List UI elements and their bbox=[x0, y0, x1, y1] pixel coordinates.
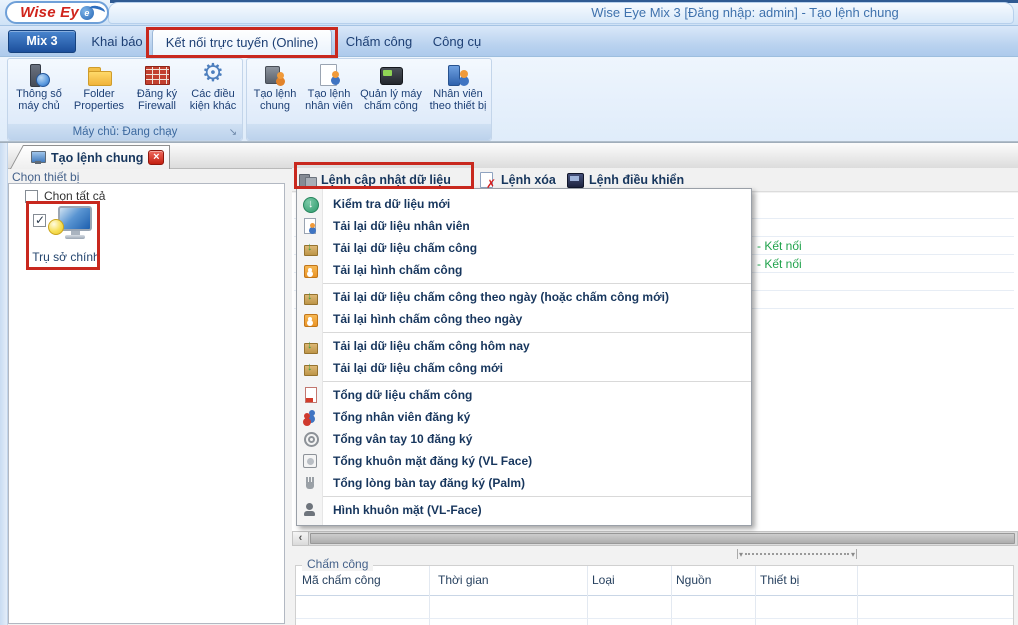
delete-command-icon bbox=[478, 171, 496, 189]
app-window: Wise Ey e Wise Eye Mix 3 [Đăng nhập: adm… bbox=[0, 0, 1018, 625]
ribbon-tab-bar: Mix 3 Khai báo Kết nối trực tuyến (Onlin… bbox=[0, 26, 1018, 57]
menu-separator bbox=[297, 283, 751, 284]
chevron-down-icon: ▾ bbox=[739, 550, 743, 559]
create-employee-command-button[interactable]: Tạo lệnh nhân viên bbox=[301, 61, 357, 112]
menu-item-tai-lai-du-lieu-cham-cong-moi[interactable]: Tải lại dữ liệu chấm công mới bbox=[297, 357, 751, 379]
employee-document-icon bbox=[302, 218, 318, 234]
connection-status-row: - Kết nối bbox=[757, 257, 802, 271]
document-tab-strip: Tạo lệnh chung × bbox=[0, 143, 1018, 169]
menu-item-tai-lai-du-lieu-cham-cong[interactable]: Tải lại dữ liệu chấm công bbox=[297, 237, 751, 259]
computer-device-icon bbox=[46, 206, 96, 246]
palm-icon bbox=[302, 475, 318, 491]
update-command-icon bbox=[298, 171, 316, 189]
employees-icon bbox=[302, 409, 318, 425]
device-checkbox[interactable] bbox=[33, 214, 46, 227]
close-tab-icon[interactable]: × bbox=[148, 150, 164, 165]
window-left-frame bbox=[0, 143, 8, 625]
attendance-group-label: Chấm công bbox=[302, 557, 373, 571]
tab-ket-noi-truc-tuyen[interactable]: Kết nối trực tuyến (Online) bbox=[152, 28, 332, 57]
download-box-icon bbox=[302, 338, 318, 354]
attendance-table: Mã chấm công Thời gian Loại Nguồn Thiết … bbox=[295, 565, 1014, 625]
gear-icon bbox=[200, 62, 226, 88]
wise-eye-logo: Wise Ey e bbox=[5, 1, 109, 24]
folder-icon bbox=[86, 62, 112, 88]
tab-cham-cong[interactable]: Chấm công bbox=[344, 26, 414, 57]
scroll-left-arrow-icon[interactable]: ‹ bbox=[293, 532, 309, 545]
menu-separator bbox=[297, 381, 751, 382]
update-data-dropdown-menu: Kiểm tra dữ liệu mới Tải lại dữ liệu nhâ… bbox=[296, 188, 752, 526]
column-header-thiet-bi[interactable]: Thiết bị bbox=[760, 573, 799, 587]
manage-attendance-device-button[interactable]: Quản lý máy chấm công bbox=[359, 61, 423, 112]
folder-properties-button[interactable]: Folder Properties bbox=[68, 61, 130, 112]
employee-by-device-button[interactable]: Nhân viên theo thiết bị bbox=[425, 61, 491, 112]
report-document-icon bbox=[302, 387, 318, 403]
column-header-thoi-gian[interactable]: Thời gian bbox=[438, 573, 489, 587]
ribbon: Thông số máy chủ Folder Properties Đăng … bbox=[0, 57, 1018, 143]
server-status-caption: Máy chủ: Đang chạy ↘ bbox=[8, 124, 242, 140]
tab-cong-cu[interactable]: Công cụ bbox=[428, 26, 486, 57]
document-tab[interactable]: Tạo lệnh chung × bbox=[10, 145, 170, 169]
menu-item-tai-lai-du-lieu-cham-cong-theo-ngay[interactable]: Tải lại dữ liệu chấm công theo ngày (hoặ… bbox=[297, 286, 751, 308]
fingerprint-icon bbox=[302, 431, 318, 447]
menu-item-tai-lai-du-lieu-cham-cong-hom-nay[interactable]: Tải lại dữ liệu chấm công hôm nay bbox=[297, 335, 751, 357]
photo-box-icon bbox=[302, 311, 318, 327]
title-bar: Wise Ey e Wise Eye Mix 3 [Đăng nhập: adm… bbox=[0, 0, 1018, 26]
menu-item-tong-nhan-vien-dang-ky[interactable]: Tổng nhân viên đăng ký bbox=[297, 406, 751, 428]
select-all-row[interactable]: Chọn tất cả bbox=[25, 189, 105, 203]
menu-item-tong-long-ban-tay-dang-ky[interactable]: Tổng lòng bàn tay đăng ký (Palm) bbox=[297, 472, 751, 494]
menu-item-kiem-tra-du-lieu-moi[interactable]: Kiểm tra dữ liệu mới bbox=[297, 193, 751, 215]
dialog-launcher-icon[interactable]: ↘ bbox=[227, 126, 239, 139]
device-name: Trụ sở chính bbox=[16, 250, 116, 264]
server-settings-button[interactable]: Thông số máy chủ bbox=[12, 61, 66, 112]
control-command-icon bbox=[566, 171, 584, 189]
download-box-icon bbox=[302, 360, 318, 376]
attendance-table-header: Mã chấm công Thời gian Loại Nguồn Thiết … bbox=[296, 566, 1013, 596]
menu-separator bbox=[297, 332, 751, 333]
horizontal-scrollbar[interactable]: ‹ bbox=[292, 531, 1018, 546]
commands-group-caption bbox=[247, 124, 491, 140]
ribbon-group-server: Thông số máy chủ Folder Properties Đăng … bbox=[7, 58, 243, 141]
download-circle-icon bbox=[302, 196, 318, 212]
column-header-ma-cham-cong[interactable]: Mã chấm công bbox=[302, 573, 381, 587]
face-scan-icon bbox=[303, 454, 317, 468]
command-person-icon bbox=[262, 62, 288, 88]
menu-item-tai-lai-hinh-cham-cong[interactable]: Tải lại hình chấm công bbox=[297, 259, 751, 281]
logo-text: Wise Ey bbox=[20, 4, 79, 21]
ribbon-group-commands: Tạo lệnh chung Tạo lệnh nhân viên Quản l… bbox=[246, 58, 492, 141]
scrollbar-thumb[interactable] bbox=[310, 533, 1015, 544]
tab-khai-bao[interactable]: Khai báo bbox=[86, 26, 148, 57]
download-box-icon bbox=[302, 289, 318, 305]
device-panel-label: Chọn thiết bị bbox=[12, 170, 79, 184]
download-box-icon bbox=[302, 240, 318, 256]
firewall-icon bbox=[144, 62, 170, 88]
menu-item-tong-khuon-mat-dang-ky[interactable]: Tổng khuôn mặt đăng ký (VL Face) bbox=[297, 450, 751, 472]
device-list-box: Chọn tất cả Trụ sở chính bbox=[8, 183, 285, 624]
server-icon bbox=[26, 62, 52, 88]
computer-tab-icon bbox=[31, 151, 46, 165]
lightbulb-icon bbox=[48, 219, 64, 235]
other-conditions-button[interactable]: Các điều kiện khác bbox=[184, 61, 242, 112]
create-common-command-button[interactable]: Tạo lệnh chung bbox=[251, 61, 299, 112]
select-all-checkbox[interactable] bbox=[25, 190, 38, 203]
menu-separator bbox=[297, 496, 751, 497]
splitter-handle[interactable]: ▾ ▾ bbox=[737, 549, 857, 559]
window-title: Wise Eye Mix 3 [Đăng nhập: admin] - Tạo … bbox=[480, 5, 1010, 20]
attendance-device-icon bbox=[378, 62, 404, 88]
column-header-nguon[interactable]: Nguồn bbox=[676, 573, 711, 587]
menu-item-tong-du-lieu-cham-cong[interactable]: Tổng dữ liệu chấm công bbox=[297, 384, 751, 406]
app-menu-button[interactable]: Mix 3 bbox=[8, 30, 76, 53]
menu-item-tong-van-tay-10-dang-ky[interactable]: Tổng vân tay 10 đăng ký bbox=[297, 428, 751, 450]
menu-item-tai-lai-du-lieu-nhan-vien[interactable]: Tải lại dữ liệu nhân viên bbox=[297, 215, 751, 237]
column-header-loai[interactable]: Loại bbox=[592, 573, 615, 587]
firewall-register-button[interactable]: Đăng ký Firewall bbox=[132, 61, 182, 112]
menu-item-tai-lai-hinh-cham-cong-theo-ngay[interactable]: Tải lại hình chấm công theo ngày bbox=[297, 308, 751, 330]
person-device-icon bbox=[445, 62, 471, 88]
photo-box-icon bbox=[302, 262, 318, 278]
connection-status-row: - Kết nối bbox=[757, 239, 802, 253]
face-photo-icon bbox=[302, 502, 318, 518]
chevron-down-icon: ▾ bbox=[851, 550, 855, 559]
menu-item-hinh-khuon-mat[interactable]: Hình khuôn mặt (VL-Face) bbox=[297, 499, 751, 521]
employee-document-icon bbox=[316, 62, 342, 88]
